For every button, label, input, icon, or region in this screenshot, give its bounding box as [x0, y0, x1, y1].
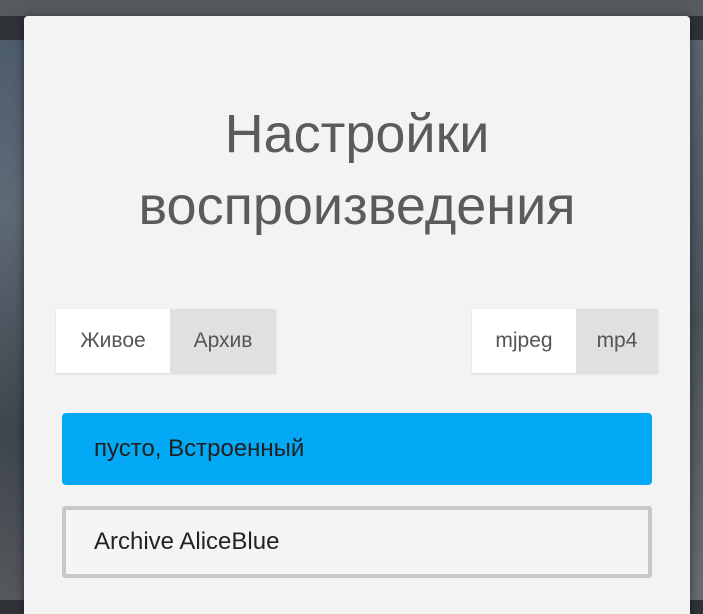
dialog-title: Настройки воспроизведения [24, 98, 690, 242]
source-item-archive[interactable]: Archive AliceBlue [62, 506, 652, 578]
mode-toggle: Живое Архив [56, 309, 276, 373]
playback-settings-dialog: Настройки воспроизведения Живое Архив mj… [24, 16, 690, 614]
format-mp4-button[interactable]: mp4 [576, 309, 658, 373]
dialog-title-line1: Настройки [224, 104, 490, 164]
mode-live-button[interactable]: Живое [56, 309, 170, 373]
mode-archive-button[interactable]: Архив [170, 309, 276, 373]
dialog-title-line2: воспроизведения [138, 176, 576, 236]
background-right-strip [689, 40, 703, 600]
background-top-strip [0, 0, 703, 16]
format-mjpeg-button[interactable]: mjpeg [472, 309, 576, 373]
background-left-strip [0, 40, 24, 600]
format-toggle: mjpeg mp4 [472, 309, 658, 373]
source-item-builtin[interactable]: пусто, Встроенный [62, 413, 652, 485]
